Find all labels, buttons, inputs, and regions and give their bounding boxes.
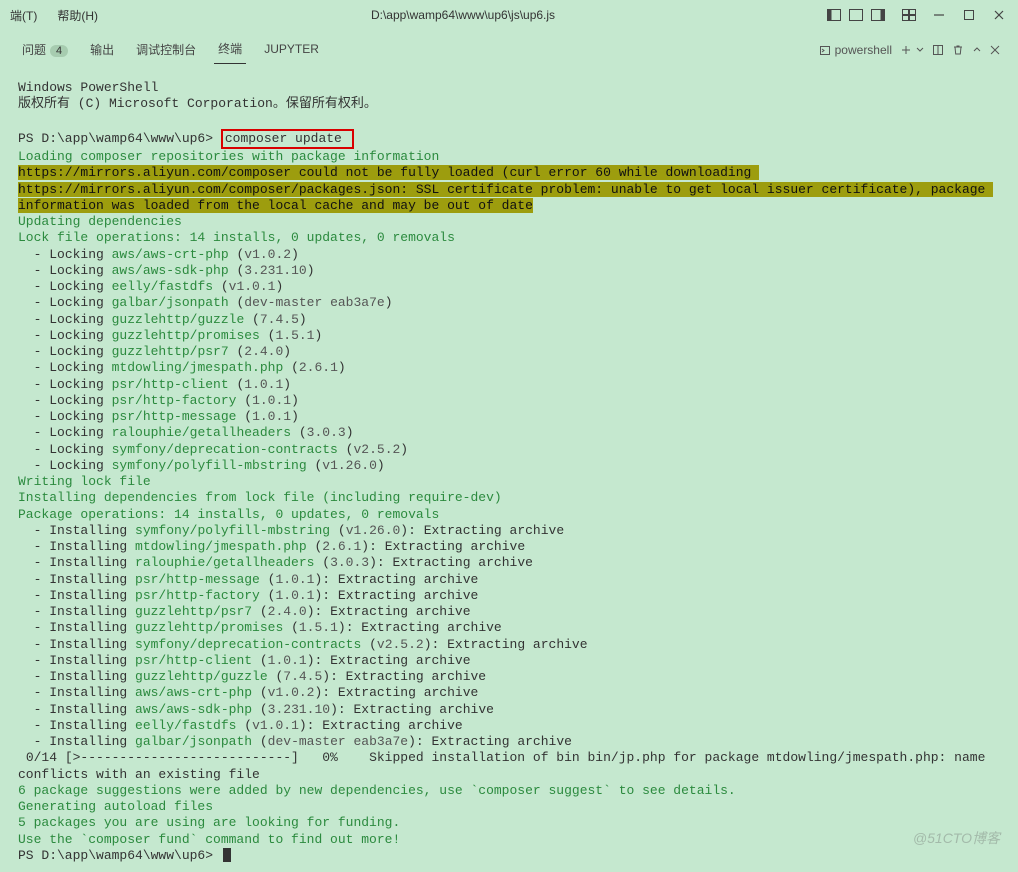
terminal-shell-selector[interactable]: powershell xyxy=(819,43,892,57)
tab-problems-label: 问题 xyxy=(22,43,46,57)
tab-terminal[interactable]: 终端 xyxy=(214,36,246,64)
menu-help[interactable]: 帮助(H) xyxy=(52,5,103,26)
maximize-button[interactable] xyxy=(955,4,983,26)
tab-jupyter[interactable]: JUPYTER xyxy=(260,38,323,62)
split-terminal-button[interactable] xyxy=(932,44,944,56)
new-terminal-button[interactable] xyxy=(900,44,924,56)
problems-count-badge: 4 xyxy=(50,45,68,57)
tab-problems[interactable]: 问题 4 xyxy=(18,37,72,64)
watermark: @51CTO博客 xyxy=(913,828,1000,848)
minimize-button[interactable] xyxy=(925,4,953,26)
layout-left-icon[interactable] xyxy=(823,4,845,26)
tab-output[interactable]: 输出 xyxy=(86,37,118,64)
layout-bottom-icon[interactable] xyxy=(845,4,867,26)
layout-right-icon[interactable] xyxy=(867,4,889,26)
close-button[interactable] xyxy=(985,4,1013,26)
tab-debug-console[interactable]: 调试控制台 xyxy=(132,37,200,64)
terminal-cursor xyxy=(223,848,231,862)
shell-label: powershell xyxy=(835,43,892,57)
close-panel-button[interactable] xyxy=(990,45,1000,55)
kill-terminal-button[interactable] xyxy=(952,44,964,56)
customize-layout-icon[interactable] xyxy=(895,4,923,26)
window-title: D:\app\wamp64\www\up6\js\up6.js xyxy=(371,8,555,22)
terminal-output[interactable]: Windows PowerShell 版权所有 (C) Microsoft Co… xyxy=(0,64,1018,872)
panel-chevron-icon[interactable] xyxy=(972,45,982,55)
menu-terminal[interactable]: 端(T) xyxy=(5,5,42,26)
